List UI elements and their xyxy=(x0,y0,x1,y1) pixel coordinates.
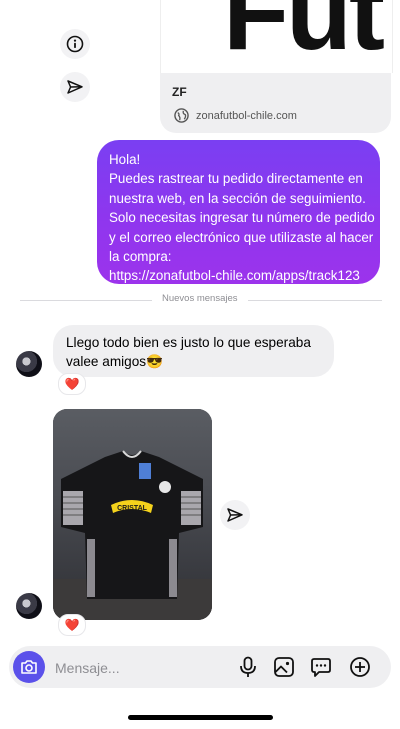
add-button[interactable] xyxy=(348,655,372,679)
camera-button[interactable] xyxy=(13,651,45,683)
image-icon xyxy=(274,657,294,677)
preview-image-text: Fut xyxy=(223,0,385,72)
outgoing-message-bubble[interactable]: Hola! Puedes rastrear tu pedido directam… xyxy=(97,140,380,284)
chat-bubble-icon xyxy=(311,658,331,677)
message-input[interactable] xyxy=(53,656,207,680)
info-button[interactable] xyxy=(60,29,90,59)
preview-domain: zonafutbol-chile.com xyxy=(196,110,297,122)
jersey-image: CRISTAL xyxy=(53,450,212,620)
preview-site-name: ZF xyxy=(172,85,187,99)
new-messages-label: Nuevos mensajes xyxy=(152,293,248,304)
share-button-photo[interactable] xyxy=(220,500,250,530)
share-button-preview[interactable] xyxy=(60,72,90,102)
info-circle-icon xyxy=(66,35,84,53)
photo-message[interactable]: CRISTAL xyxy=(53,409,212,620)
jersey-sponsor-text: CRISTAL xyxy=(117,505,148,512)
sticker-button[interactable] xyxy=(309,655,333,679)
link-preview-image[interactable]: Fut xyxy=(160,0,393,73)
microphone-button[interactable] xyxy=(236,655,260,679)
globe-icon xyxy=(174,108,189,123)
paper-plane-icon xyxy=(227,508,243,522)
reaction-badge[interactable]: ❤️ xyxy=(58,373,86,395)
camera-icon xyxy=(21,660,37,674)
home-indicator[interactable] xyxy=(128,715,273,720)
gallery-button[interactable] xyxy=(272,655,296,679)
reaction-badge[interactable]: ❤️ xyxy=(58,614,86,636)
avatar[interactable] xyxy=(16,593,42,619)
avatar[interactable] xyxy=(16,351,42,377)
message-composer xyxy=(9,646,391,688)
plus-circle-icon xyxy=(350,657,370,677)
heart-icon: ❤️ xyxy=(64,618,80,632)
heart-icon: ❤️ xyxy=(64,377,80,391)
link-preview-card[interactable]: ZF zonafutbol-chile.com xyxy=(160,73,391,133)
incoming-message-bubble[interactable]: Llego todo bien es justo lo que esperaba… xyxy=(53,325,334,377)
paper-plane-icon xyxy=(67,80,83,94)
microphone-icon xyxy=(240,656,256,677)
outgoing-message-text: Hola! Puedes rastrear tu pedido directam… xyxy=(109,152,375,284)
incoming-message-text: Llego todo bien es justo lo que esperaba… xyxy=(66,335,311,370)
